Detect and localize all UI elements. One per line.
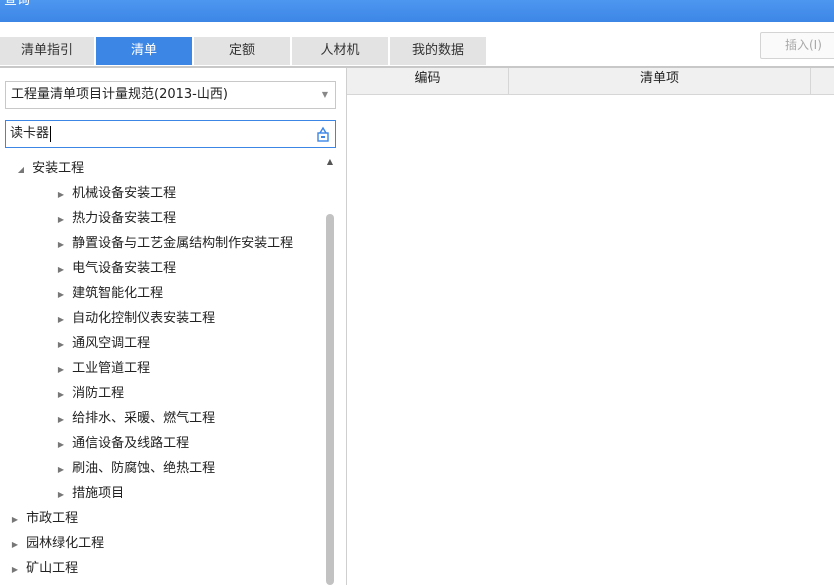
tree-node-label: 静置设备与工艺金属结构制作安装工程 xyxy=(72,236,294,251)
tree-node-label: 给排水、采暖、燃气工程 xyxy=(72,411,216,426)
tree-node-label: 措施项目 xyxy=(72,486,125,501)
category-tree: ◢ 安装工程 ▶ 机械设备安装工程 ▶ 热力设备安装工程 ▶ 静置设备与工艺金属… xyxy=(0,156,320,585)
tree-node-label: 机械设备安装工程 xyxy=(72,186,177,201)
tree-node-telecom[interactable]: ▶ 通信设备及线路工程 xyxy=(54,431,189,456)
tab-bar: 清单指引 清单 定额 人材机 我的数据 插入(I) xyxy=(0,22,834,69)
chevron-down-icon: ▼ xyxy=(321,90,328,99)
tree-node-label: 通信设备及线路工程 xyxy=(72,436,190,451)
insert-button[interactable]: 插入(I) xyxy=(760,32,834,59)
column-header-code[interactable]: 编码 xyxy=(347,68,509,95)
collapsed-triangle-icon[interactable]: ▶ xyxy=(54,382,68,407)
collapsed-triangle-icon[interactable]: ▶ xyxy=(54,257,68,282)
collapsed-triangle-icon[interactable]: ▶ xyxy=(8,532,22,557)
tree-node-mechanical[interactable]: ▶ 机械设备安装工程 xyxy=(54,181,176,206)
collapsed-triangle-icon[interactable]: ▶ xyxy=(54,332,68,357)
tree-node-coating[interactable]: ▶ 刷油、防腐蚀、绝热工程 xyxy=(54,456,215,481)
tree-node-automation[interactable]: ▶ 自动化控制仪表安装工程 xyxy=(54,306,215,331)
tree-node-plumbing[interactable]: ▶ 给排水、采暖、燃气工程 xyxy=(54,406,215,431)
collapsed-triangle-icon[interactable]: ▶ xyxy=(54,307,68,332)
tree-node-label: 建筑智能化工程 xyxy=(72,286,164,301)
search-input[interactable]: 读卡器 xyxy=(5,120,336,148)
spec-select-value: 工程量清单项目计量规范(2013-山西) xyxy=(11,87,228,102)
tree-node-fire[interactable]: ▶ 消防工程 xyxy=(54,381,124,406)
tree-node-label: 自动化控制仪表安装工程 xyxy=(72,311,216,326)
tab-resources[interactable]: 人材机 xyxy=(292,37,388,65)
tab-my-data[interactable]: 我的数据 xyxy=(390,37,486,65)
tree-node-measures[interactable]: ▶ 措施项目 xyxy=(54,481,124,506)
tree-node-mining[interactable]: ▶ 矿山工程 xyxy=(8,556,78,581)
collapsed-triangle-icon[interactable]: ▶ xyxy=(8,557,22,582)
tree-node-label: 矿山工程 xyxy=(26,561,79,576)
tree-node-landscape[interactable]: ▶ 园林绿化工程 xyxy=(8,531,104,556)
tab-list[interactable]: 清单 xyxy=(96,37,192,65)
text-cursor xyxy=(50,125,52,142)
tree-node-label: 电气设备安装工程 xyxy=(72,261,177,276)
tree-node-label: 消防工程 xyxy=(72,386,125,401)
collapsed-triangle-icon[interactable]: ▶ xyxy=(8,507,22,532)
result-grid: 编码 清单项 xyxy=(347,68,834,585)
window-title: 查询 xyxy=(4,0,31,8)
collapsed-triangle-icon[interactable]: ▶ xyxy=(54,182,68,207)
tree-node-hvac[interactable]: ▶ 通风空调工程 xyxy=(54,331,150,356)
grid-header: 编码 清单项 xyxy=(347,68,834,95)
collapsed-triangle-icon[interactable]: ▶ xyxy=(54,207,68,232)
search-input-value: 读卡器 xyxy=(10,126,50,141)
tree-node-label: 热力设备安装工程 xyxy=(72,211,177,226)
tree-node-label: 通风空调工程 xyxy=(72,336,151,351)
collapsed-triangle-icon[interactable]: ▶ xyxy=(54,482,68,507)
spec-select[interactable]: 工程量清单项目计量规范(2013-山西) ▼ xyxy=(5,81,336,109)
scrollbar-thumb[interactable] xyxy=(326,214,334,585)
left-pane: 工程量清单项目计量规范(2013-山西) ▼ 读卡器 ◢ 安装工程 ▶ 机械设备… xyxy=(0,68,347,585)
collapsed-triangle-icon[interactable]: ▶ xyxy=(54,432,68,457)
column-header-list-item[interactable]: 清单项 xyxy=(509,68,811,95)
tree-node-intelligent[interactable]: ▶ 建筑智能化工程 xyxy=(54,281,163,306)
tree-node-label: 工业管道工程 xyxy=(72,361,151,376)
tree-node-municipal[interactable]: ▶ 市政工程 xyxy=(8,506,78,531)
tree-node-static-equipment[interactable]: ▶ 静置设备与工艺金属结构制作安装工程 xyxy=(54,231,293,256)
collapsed-triangle-icon[interactable]: ▶ xyxy=(54,357,68,382)
tree-scrollbar[interactable]: ▲ xyxy=(324,156,336,585)
scroll-up-icon[interactable]: ▲ xyxy=(325,156,335,168)
tree-node-electrical[interactable]: ▶ 电气设备安装工程 xyxy=(54,256,176,281)
tree-node-label: 安装工程 xyxy=(32,161,85,176)
tree-node-label: 市政工程 xyxy=(26,511,79,526)
tab-quota[interactable]: 定额 xyxy=(194,37,290,65)
tree-node-thermal[interactable]: ▶ 热力设备安装工程 xyxy=(54,206,176,231)
collapsed-triangle-icon[interactable]: ▶ xyxy=(54,282,68,307)
tree-node-pipeline[interactable]: ▶ 工业管道工程 xyxy=(54,356,150,381)
collapsed-triangle-icon[interactable]: ▶ xyxy=(54,407,68,432)
tree-node-label: 刷油、防腐蚀、绝热工程 xyxy=(72,461,216,476)
window-titlebar: 查询 xyxy=(0,0,834,22)
tab-list-guide[interactable]: 清单指引 xyxy=(0,37,94,65)
expanded-triangle-icon[interactable]: ◢ xyxy=(14,157,28,182)
tree-node-install[interactable]: ◢ 安装工程 xyxy=(14,156,84,181)
collapsed-triangle-icon[interactable]: ▶ xyxy=(54,457,68,482)
collapsed-triangle-icon[interactable]: ▶ xyxy=(54,232,68,257)
search-icon[interactable] xyxy=(316,126,330,142)
tree-node-label: 园林绿化工程 xyxy=(26,536,105,551)
